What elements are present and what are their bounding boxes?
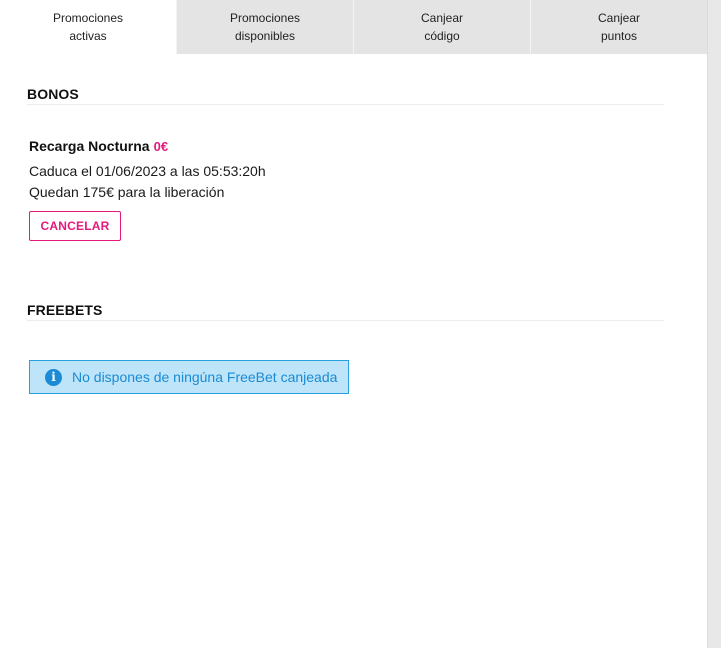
tab-label-line2: código	[424, 29, 460, 43]
tab-label-line1: Canjear	[597, 11, 641, 25]
freebets-info-message: No dispones de ningúna FreeBet canjeada	[72, 369, 338, 385]
tab-label-line1: Promociones	[229, 11, 301, 25]
tab-label-line2: puntos	[600, 29, 638, 43]
bonus-remaining: Quedan 175€ para la liberación	[29, 184, 225, 200]
freebets-section-title: FREEBETS	[27, 302, 664, 321]
tab-label-line2: disponibles	[234, 29, 296, 43]
promotions-tabs: Promociones activas Promociones disponib…	[0, 0, 707, 54]
vertical-scrollbar[interactable]	[707, 0, 721, 648]
info-icon: i	[45, 368, 62, 386]
bonus-name: Recarga Nocturna	[29, 138, 150, 154]
freebets-info-alert: i No dispones de ningúna FreeBet canjead…	[29, 360, 349, 394]
tab-label-line2: activas	[69, 29, 107, 43]
bonus-header: Recarga Nocturna 0€	[29, 138, 664, 156]
bonos-section-title: BONOS	[27, 86, 664, 105]
tab-promociones-activas[interactable]: Promociones activas	[0, 0, 176, 54]
bonus-card: Recarga Nocturna 0€ Caduca el 01/06/2023 …	[29, 138, 664, 241]
tab-label-line1: Canjear	[420, 11, 464, 25]
tab-label-line1: Promociones	[52, 11, 124, 25]
tab-canjear-codigo[interactable]: Canjear código	[353, 0, 530, 54]
tab-promociones-disponibles[interactable]: Promociones disponibles	[176, 0, 353, 54]
bonus-amount: 0€	[153, 139, 169, 154]
promotions-content: BONOS Recarga Nocturna 0€ Caduca el 01/06…	[27, 86, 664, 394]
tab-canjear-puntos[interactable]: Canjear puntos	[530, 0, 707, 54]
bonus-expiry: Caduca el 01/06/2023 a las 05:53:20h	[29, 163, 266, 179]
cancel-bonus-button[interactable]: CANCELAR	[29, 211, 121, 241]
